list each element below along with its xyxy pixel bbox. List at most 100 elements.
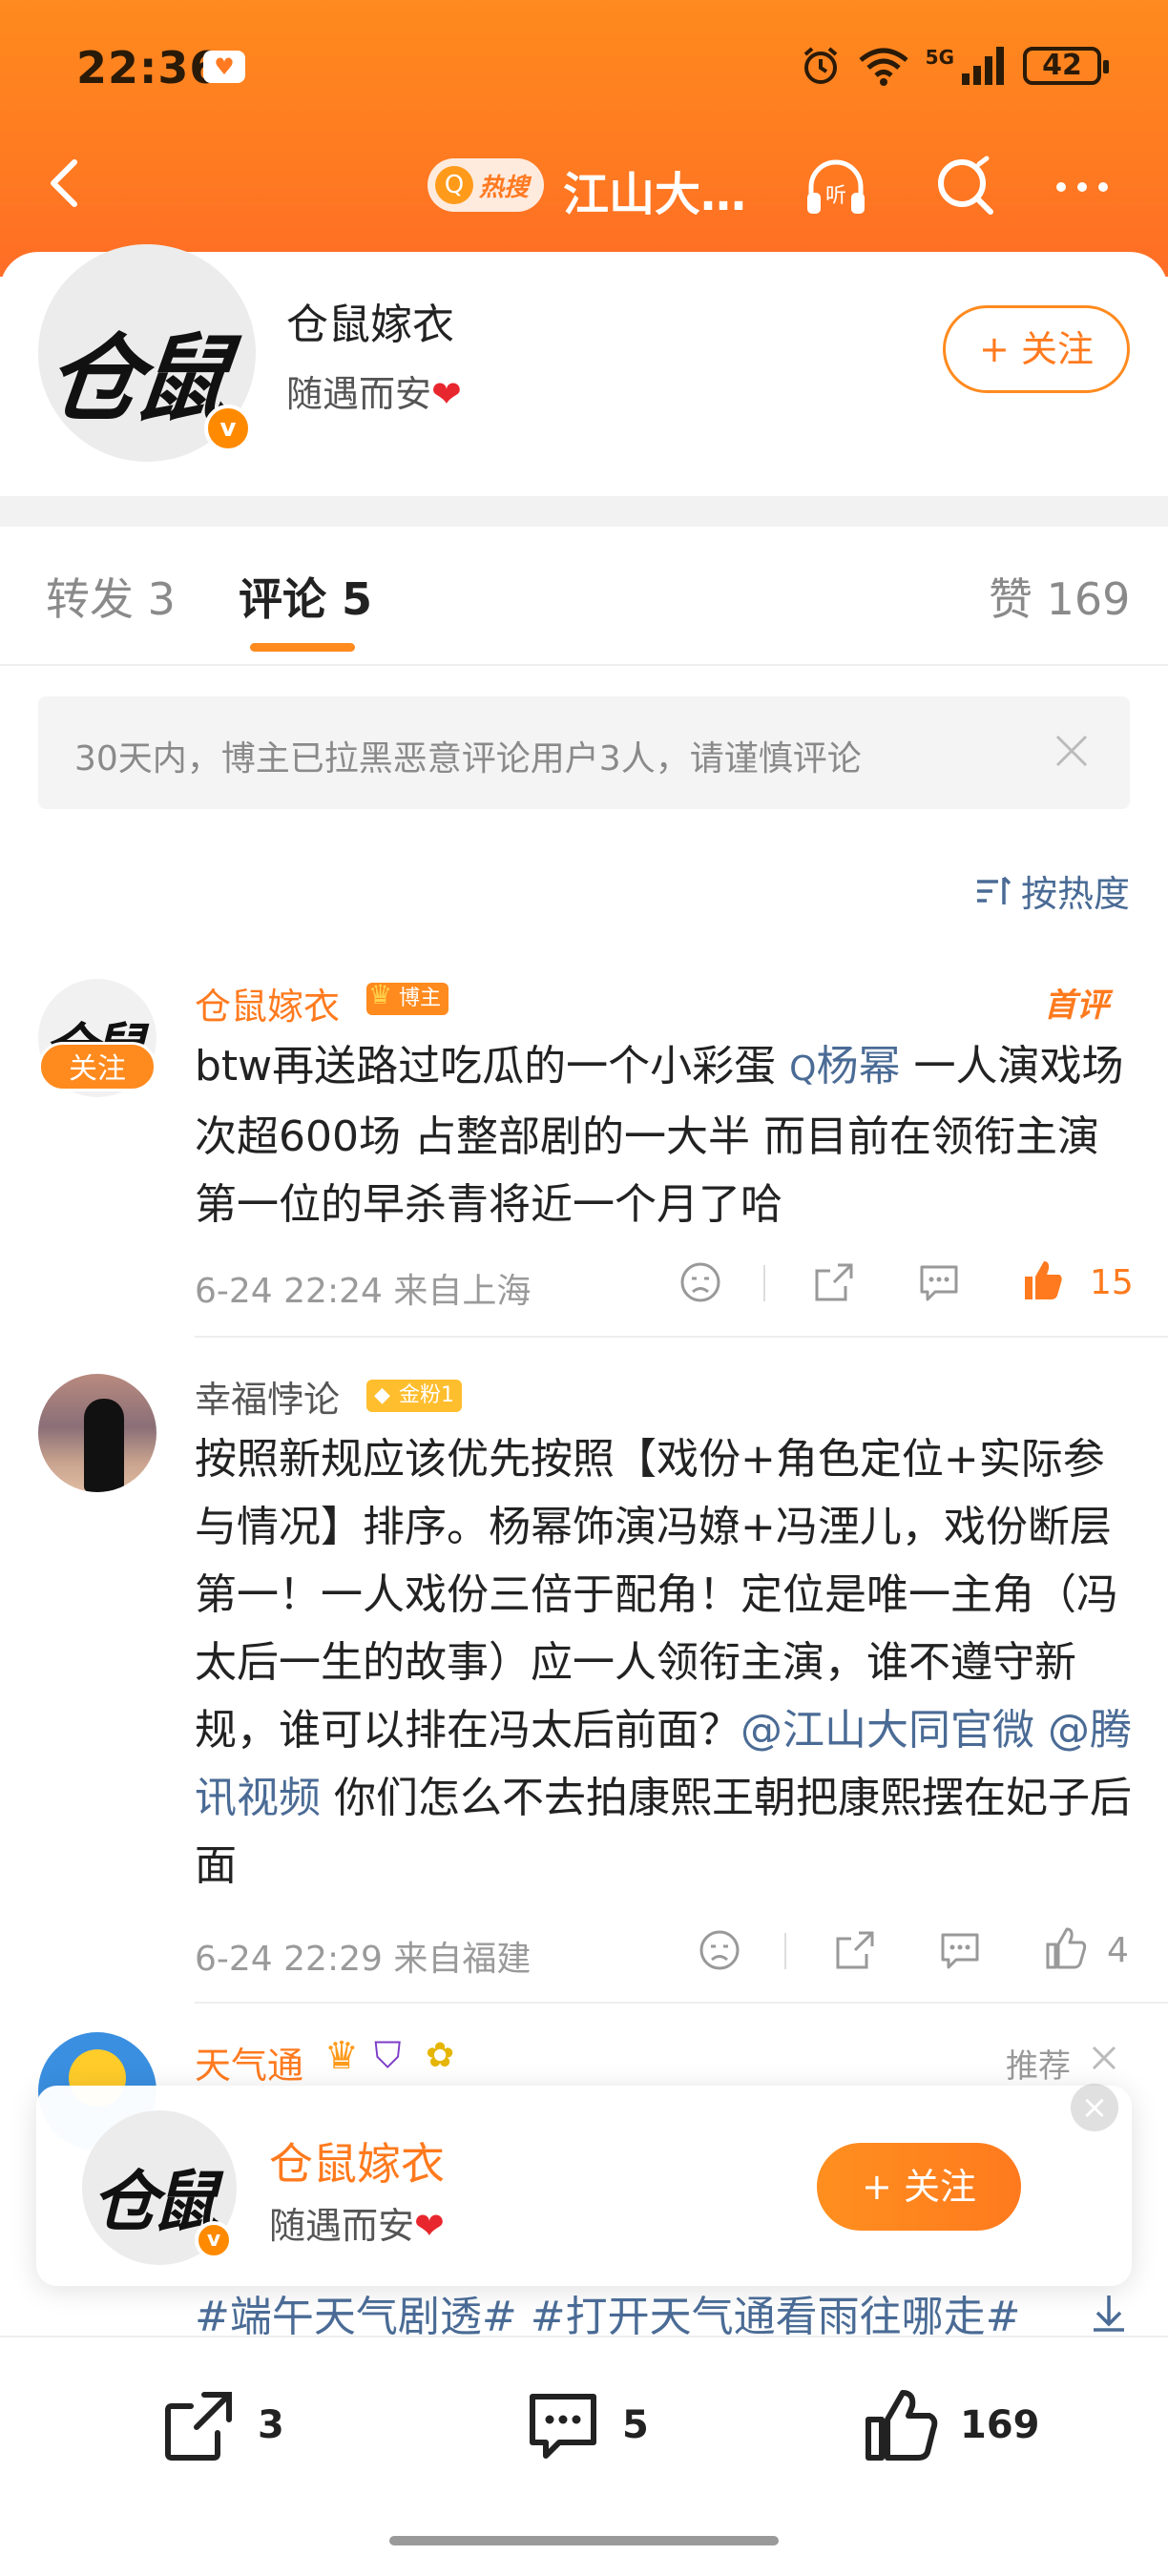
sort-by-popularity[interactable]: 按热度 [973, 864, 1130, 917]
close-icon[interactable] [1048, 727, 1095, 775]
tabs-divider [0, 664, 1168, 666]
float-follow-button[interactable]: + 关注 [817, 2143, 1021, 2231]
diamond-icon: ◆ [374, 1383, 390, 1407]
fan-badge-label: 金粉1 [399, 1383, 454, 1407]
alarm-icon [803, 47, 837, 84]
shield-badge-icon: ⛉ [374, 2034, 402, 2076]
like-icon[interactable] [1042, 1925, 1088, 1971]
status-icons: 5G 42 [800, 42, 1109, 90]
comment-author[interactable]: 幸福悖论 [195, 1370, 340, 1423]
close-icon[interactable] [1088, 2042, 1120, 2074]
reply-icon[interactable] [937, 1927, 983, 1973]
comment-text-a: btw再送路过吃瓜的一个小彩蛋 [195, 1042, 790, 1091]
like-count: 4 [1107, 1931, 1129, 1970]
crown-icon: ♛ [368, 979, 393, 1010]
dislike-face-icon[interactable] [697, 1927, 742, 1973]
tab-likes[interactable]: 赞 169 [989, 565, 1130, 628]
listen-headphones-icon[interactable]: 听 [802, 153, 870, 221]
author-badge: ♛ 博主 [366, 979, 449, 1015]
verified-badge-icon: v [195, 2221, 233, 2259]
comment-author[interactable]: 仓鼠嫁衣 [195, 977, 340, 1029]
home-indicator[interactable] [389, 2536, 779, 2545]
svg-text:听: 听 [825, 184, 846, 208]
like-button[interactable]: 169 [861, 2385, 1040, 2465]
close-icon[interactable]: × [1071, 2084, 1118, 2131]
tab-repost[interactable]: 转发 3 [46, 565, 176, 628]
profile-name[interactable]: 仓鼠嫁衣 [286, 290, 454, 351]
sunflower-icon: ✿ [426, 2036, 455, 2075]
fan-badge: ◆ 金粉1 [366, 1380, 462, 1412]
active-tab-indicator [250, 643, 355, 652]
topic-link[interactable]: Q杨幂 [789, 1042, 900, 1091]
sort-label: 按热度 [1020, 873, 1130, 915]
comment-divider [195, 1336, 1168, 1338]
comment-count: 5 [622, 2403, 649, 2447]
avatar-calligraphy: 仓鼠 [92, 2162, 219, 2241]
share-icon[interactable] [832, 1927, 878, 1973]
comment-divider [195, 2002, 1168, 2004]
tab-comments[interactable]: 评论 5 [239, 565, 372, 628]
profile-bio: 随遇而安❤ [286, 364, 462, 417]
recommend-tag: 推荐 [1006, 2047, 1071, 2086]
like-count: 169 [960, 2403, 1040, 2447]
topic-link-text: 杨幂 [816, 1042, 901, 1091]
comment-button[interactable]: 5 [523, 2385, 649, 2465]
float-card-bio: 随遇而安❤ [269, 2196, 445, 2249]
hashtag-links[interactable]: #端午天气剧透# #打开天气通看雨往哪走# [195, 2282, 1020, 2343]
heart-notification-icon: ♥ [203, 51, 245, 83]
like-icon[interactable] [1019, 1257, 1065, 1303]
follow-button[interactable]: + 关注 [943, 305, 1130, 393]
signal-icon [962, 47, 1004, 85]
nav-title[interactable]: 江山大… [563, 156, 746, 223]
mention-link[interactable]: @江山大同官微 [740, 1706, 1034, 1755]
action-divider [763, 1265, 765, 1301]
comment-meta: 6-24 22:24 来自上海 [195, 1272, 532, 1311]
block-notice: 30天内，博主已拉黑恶意评论用户3人，请谨慎评论 [38, 696, 1130, 809]
comment-author[interactable]: 天气通 [195, 2036, 303, 2088]
comment-meta: 6-24 22:29 来自福建 [195, 1940, 532, 1979]
more-icon[interactable] [1048, 153, 1116, 221]
profile-bio-text: 随遇而安 [286, 373, 432, 415]
verified-badge-icon: v [204, 405, 252, 452]
battery-icon: 42 [1023, 47, 1109, 85]
wifi-icon [859, 48, 908, 86]
search-icon[interactable] [931, 153, 1000, 221]
follow-tag[interactable]: 关注 [38, 1042, 156, 1091]
comment-text-b: 你们怎么不去拍康熙王朝把康熙摆在妃子后面 [195, 1774, 1132, 1890]
status-time: 22:36 [76, 42, 221, 93]
comment-text: btw再送路过吃瓜的一个小彩蛋 Q杨幂 一人演戏场次超600场 占整部剧的一大半… [195, 1032, 1139, 1238]
top-nav: Q 热搜 江山大… 听 [0, 143, 1168, 229]
like-thumb-icon [866, 2390, 938, 2461]
author-badge-label: 博主 [399, 987, 442, 1010]
avatar-figure [84, 1399, 124, 1492]
repost-icon [165, 2392, 232, 2461]
search-icon: Q [435, 166, 473, 204]
expand-down-icon[interactable] [1088, 2292, 1130, 2334]
hot-search-pill[interactable]: Q 热搜 [428, 158, 544, 212]
share-icon[interactable] [811, 1259, 857, 1305]
section-separator [0, 496, 1168, 527]
dislike-face-icon[interactable] [678, 1259, 723, 1305]
search-link-icon: Q [789, 1049, 817, 1089]
float-card-name[interactable]: 仓鼠嫁衣 [269, 2129, 445, 2192]
comment-text: 按照新规应该优先按照【戏份+角色定位+实际参与情况】排序。杨幂饰演冯嫽+冯湮儿，… [195, 1425, 1139, 1900]
reply-icon[interactable] [916, 1259, 962, 1305]
repost-button[interactable]: 3 [158, 2385, 284, 2465]
crown-icon: ♛ [324, 2034, 359, 2078]
avatar-calligraphy: 仓鼠 [40, 322, 229, 435]
back-arrow-icon[interactable] [38, 155, 95, 212]
action-divider [784, 1933, 786, 1969]
heart-icon: ❤ [431, 373, 462, 415]
sort-icon [976, 876, 1012, 904]
repost-count: 3 [258, 2403, 284, 2447]
status-bar: 22:36 ♥ 5G 42 [0, 0, 1168, 134]
float-card-bio-text: 随遇而安 [269, 2205, 415, 2247]
comment-avatar[interactable] [38, 1374, 156, 1492]
first-comment-tag: 首评 [1044, 987, 1109, 1025]
like-count: 15 [1090, 1263, 1134, 1302]
network-label: 5G [925, 46, 954, 69]
comment-icon [530, 2394, 596, 2459]
heart-icon: ❤ [414, 2205, 445, 2247]
notice-text: 30天内，博主已拉黑恶意评论用户3人，请谨慎评论 [74, 739, 862, 779]
hot-search-label: 热搜 [479, 173, 530, 202]
